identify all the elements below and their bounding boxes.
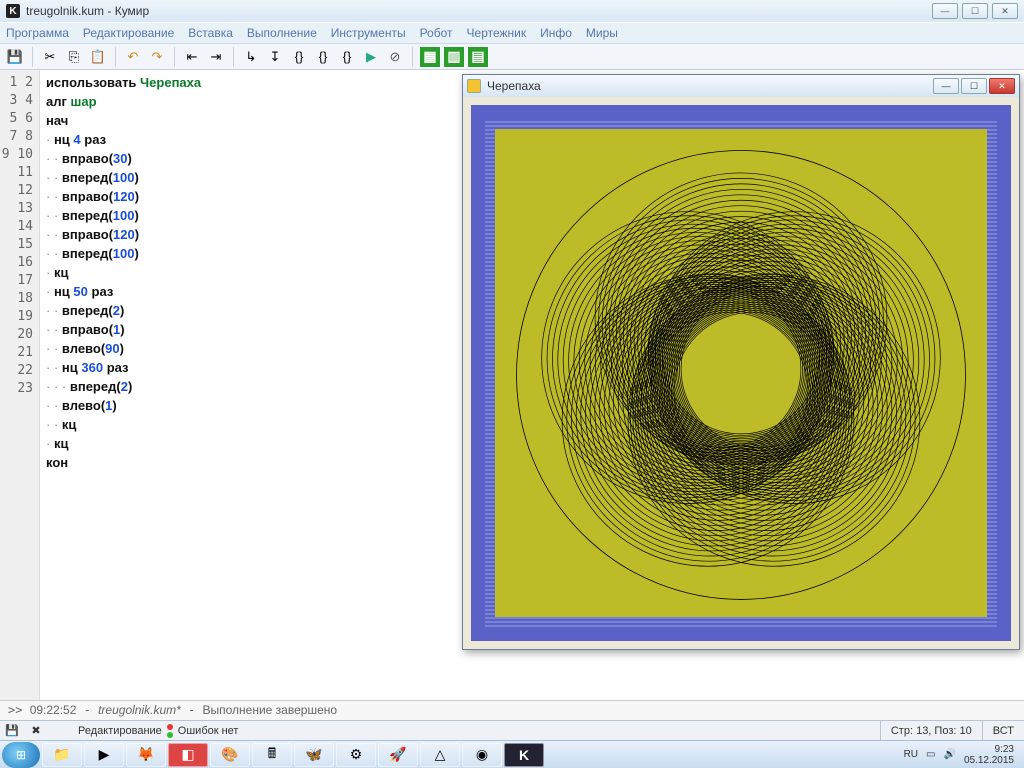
turtle-close-button[interactable]: ✕ bbox=[989, 78, 1015, 94]
app-icon: K bbox=[6, 4, 20, 18]
maximize-button[interactable]: ☐ bbox=[962, 3, 988, 19]
menu-Робот[interactable]: Робот bbox=[420, 26, 453, 40]
menu-Инструменты[interactable]: Инструменты bbox=[331, 26, 406, 40]
turtle-titlebar[interactable]: Черепаха — ☐ ✕ bbox=[463, 75, 1019, 97]
world3-icon[interactable]: ▤ bbox=[467, 46, 489, 68]
task-media[interactable]: ▶ bbox=[84, 743, 124, 767]
task-app1[interactable]: ◧ bbox=[168, 743, 208, 767]
save-icon[interactable]: 💾 bbox=[4, 46, 26, 68]
world1-icon[interactable]: ▦ bbox=[419, 46, 441, 68]
tray-lang[interactable]: RU bbox=[904, 749, 918, 760]
world2-icon[interactable]: ▥ bbox=[443, 46, 465, 68]
menu-Программа[interactable]: Программа bbox=[6, 26, 69, 40]
start-button[interactable]: ⊞ bbox=[2, 742, 40, 768]
status-cursor: Стр: 13, Поз: 10 bbox=[880, 721, 982, 740]
redo-icon[interactable]: ↷ bbox=[146, 46, 168, 68]
task-gear[interactable]: ⚙ bbox=[336, 743, 376, 767]
status-close-icon[interactable]: ✖ bbox=[26, 723, 46, 739]
undo-icon[interactable]: ↶ bbox=[122, 46, 144, 68]
paste-icon[interactable]: 📋 bbox=[87, 46, 109, 68]
task-butterfly[interactable]: 🦋 bbox=[294, 743, 334, 767]
copy-icon[interactable]: ⎘ bbox=[63, 46, 85, 68]
outdent-icon[interactable]: ⇥ bbox=[205, 46, 227, 68]
status-insert: ВСТ bbox=[982, 721, 1024, 740]
menu-Инфо[interactable]: Инфо bbox=[540, 26, 572, 40]
brace3-icon[interactable]: {} bbox=[336, 46, 358, 68]
menu-Выполнение[interactable]: Выполнение bbox=[247, 26, 317, 40]
taskbar: ⊞ 📁 ▶ 🦊 ◧ 🎨 🖩 🦋 ⚙ 🚀 △ ◉ K RU ▭ 🔊 9:2305.… bbox=[0, 740, 1024, 768]
window-titlebar: K treugolnik.kum - Кумир — ☐ ✕ bbox=[0, 0, 1024, 22]
cut-icon[interactable]: ✂ bbox=[39, 46, 61, 68]
task-paint[interactable]: 🎨 bbox=[210, 743, 250, 767]
status-save-icon[interactable]: 💾 bbox=[2, 723, 22, 739]
menu-Чертежник[interactable]: Чертежник bbox=[467, 26, 527, 40]
menu-Миры[interactable]: Миры bbox=[586, 26, 618, 40]
status-bar: 💾 ✖ Редактирование Ошибок нет Стр: 13, П… bbox=[0, 720, 1024, 740]
window-title: treugolnik.kum - Кумир bbox=[26, 4, 149, 18]
step-in-icon[interactable]: ↳ bbox=[240, 46, 262, 68]
stop-icon[interactable]: ⊘ bbox=[384, 46, 406, 68]
turtle-window[interactable]: Черепаха — ☐ ✕ bbox=[462, 74, 1020, 650]
menu-Вставка[interactable]: Вставка bbox=[188, 26, 233, 40]
tray-flag-icon[interactable]: ▭ bbox=[926, 749, 935, 760]
minimize-button[interactable]: — bbox=[932, 3, 958, 19]
turtle-minimize-button[interactable]: — bbox=[933, 78, 959, 94]
line-gutter: 1 2 3 4 5 6 7 8 9 10 11 12 13 14 15 16 1… bbox=[0, 70, 40, 700]
brace1-icon[interactable]: {} bbox=[288, 46, 310, 68]
turtle-icon bbox=[467, 79, 481, 93]
task-explorer[interactable]: 📁 bbox=[42, 743, 82, 767]
turtle-maximize-button[interactable]: ☐ bbox=[961, 78, 987, 94]
task-firefox[interactable]: 🦊 bbox=[126, 743, 166, 767]
task-rocket[interactable]: 🚀 bbox=[378, 743, 418, 767]
status-mode: Редактирование bbox=[78, 725, 162, 737]
tray-clock[interactable]: 9:2305.12.2015 bbox=[964, 744, 1014, 766]
status-errors: Ошибок нет bbox=[178, 725, 239, 737]
toolbar: 💾 ✂ ⎘ 📋 ↶ ↷ ⇤ ⇥ ↳ ↧ {} {} {} ▶ ⊘ ▦ ▥ ▤ bbox=[0, 44, 1024, 70]
console-output: >> 09:22:52 - treugolnik.kum* - Выполнен… bbox=[0, 700, 1024, 720]
tray-sound-icon[interactable]: 🔊 bbox=[943, 749, 955, 760]
task-tri[interactable]: △ bbox=[420, 743, 460, 767]
system-tray: RU ▭ 🔊 9:2305.12.2015 bbox=[904, 744, 1022, 766]
menu-bar: Программа Редактирование Вставка Выполнение… bbox=[0, 22, 1024, 44]
run-icon[interactable]: ▶ bbox=[360, 46, 382, 68]
turtle-canvas bbox=[495, 129, 987, 617]
turtle-title: Черепаха bbox=[487, 79, 541, 93]
task-calc[interactable]: 🖩 bbox=[252, 743, 292, 767]
menu-Редактирование[interactable]: Редактирование bbox=[83, 26, 174, 40]
brace2-icon[interactable]: {} bbox=[312, 46, 334, 68]
task-kumir[interactable]: K bbox=[504, 743, 544, 767]
close-button[interactable]: ✕ bbox=[992, 3, 1018, 19]
task-chrome[interactable]: ◉ bbox=[462, 743, 502, 767]
step-over-icon[interactable]: ↧ bbox=[264, 46, 286, 68]
indent-icon[interactable]: ⇤ bbox=[181, 46, 203, 68]
